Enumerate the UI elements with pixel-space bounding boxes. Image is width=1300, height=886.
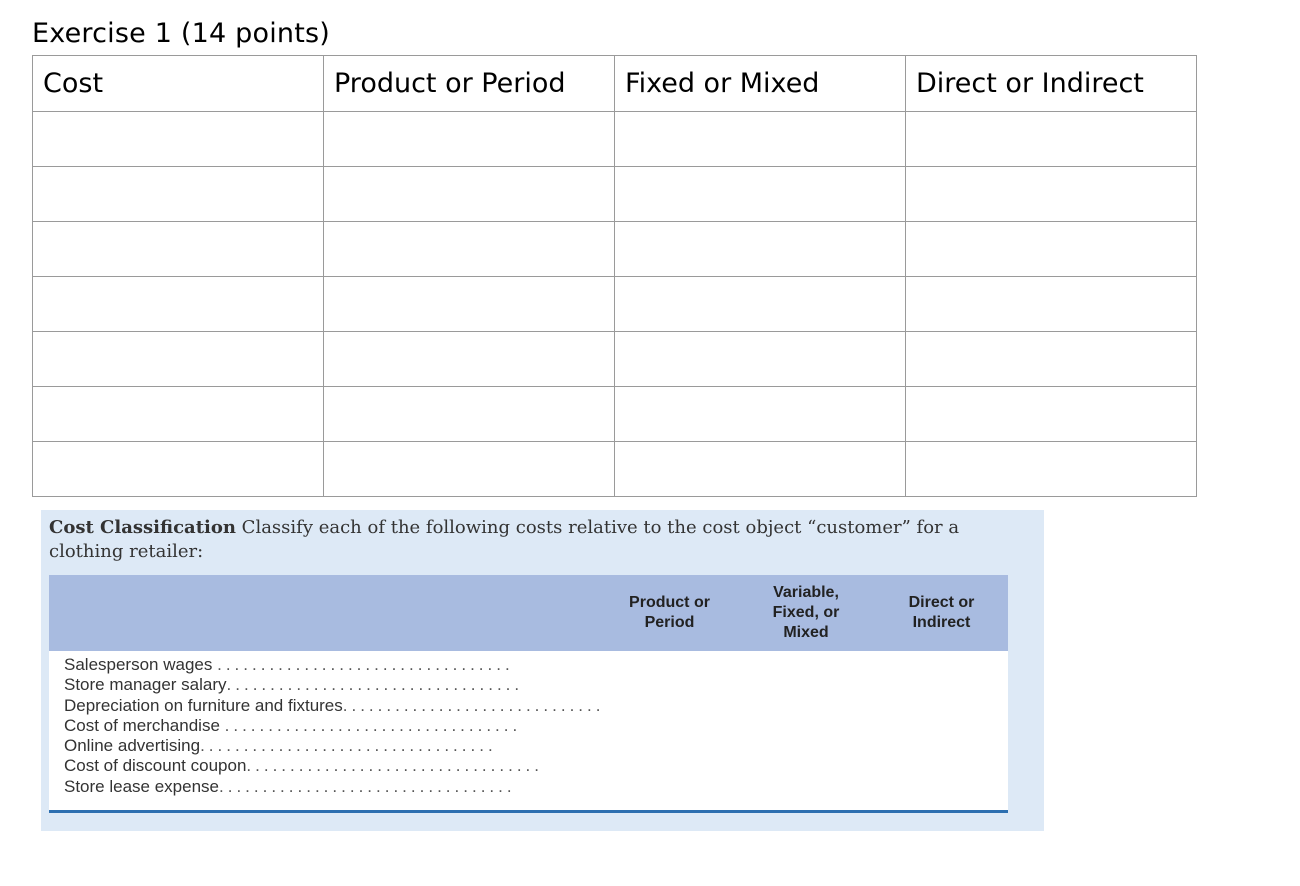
table-row <box>32 386 1197 442</box>
table-cell[interactable] <box>614 221 906 277</box>
leader-dots: .................................. <box>217 655 514 674</box>
leader-dots: .................................. <box>246 756 543 776</box>
list-item: Depreciation on furniture and fixtures..… <box>64 696 604 716</box>
header-fixed-or-mixed: Fixed or Mixed <box>614 55 906 112</box>
table-cell[interactable] <box>32 221 324 277</box>
table-row <box>32 111 1197 167</box>
classification-table-header: Product or Period Variable, Fixed, or Mi… <box>49 575 1008 651</box>
answer-table-header-row: Cost Product or Period Fixed or Mixed Di… <box>32 55 1197 112</box>
table-cell[interactable] <box>905 111 1197 167</box>
table-cell[interactable] <box>614 331 906 387</box>
problem-prompt: Cost Classification Classify each of the… <box>49 516 1024 564</box>
problem-heading: Cost Classification <box>49 517 236 538</box>
classification-table: Product or Period Variable, Fixed, or Mi… <box>49 575 1008 813</box>
table-cell[interactable] <box>614 276 906 332</box>
list-item: Cost of discount coupon.................… <box>64 756 604 776</box>
list-item: Store manager salary....................… <box>64 675 604 695</box>
table-cell[interactable] <box>32 111 324 167</box>
table-cell[interactable] <box>905 331 1197 387</box>
table-cell[interactable] <box>323 166 615 222</box>
table-cell[interactable] <box>905 386 1197 442</box>
leader-dots: .................................. <box>226 675 524 695</box>
list-item: Online advertising......................… <box>64 736 604 756</box>
exercise-title: Exercise 1 (14 points) <box>32 18 331 49</box>
cost-item-label: Store manager salary <box>64 675 227 695</box>
table-cell[interactable] <box>323 221 615 277</box>
leader-dots: .................................. <box>219 776 516 796</box>
header-cost: Cost <box>32 55 324 112</box>
table-cell[interactable] <box>905 166 1197 222</box>
table-cell[interactable] <box>323 111 615 167</box>
leader-dots: .................................. <box>200 736 497 756</box>
cost-item-label: Depreciation on furniture and fixtures <box>64 695 343 715</box>
table-row <box>32 441 1197 497</box>
table-cell[interactable] <box>323 331 615 387</box>
table-cell[interactable] <box>905 221 1197 277</box>
answer-table: Cost Product or Period Fixed or Mixed Di… <box>32 55 1197 497</box>
table-cell[interactable] <box>905 441 1197 497</box>
table-cell[interactable] <box>32 276 324 332</box>
header-product-or-period: Product or Period <box>323 55 615 112</box>
cost-item-label: Online advertising <box>64 736 201 756</box>
table-cell[interactable] <box>32 331 324 387</box>
cost-item-list: Salesperson wages ......................… <box>64 655 604 797</box>
cost-item-label: Salesperson wages <box>64 655 213 674</box>
list-item: Cost of merchandise ....................… <box>64 716 604 736</box>
table-cell[interactable] <box>32 386 324 442</box>
list-item: Store lease expense.....................… <box>64 777 604 797</box>
table-cell[interactable] <box>323 276 615 332</box>
table-cell[interactable] <box>32 166 324 222</box>
table-row <box>32 276 1197 332</box>
leader-dots: .................................. <box>342 695 604 715</box>
header-direct-or-indirect: Direct or Indirect <box>905 55 1197 112</box>
table-cell[interactable] <box>614 386 906 442</box>
table-cell[interactable] <box>323 441 615 497</box>
table-cell[interactable] <box>32 441 324 497</box>
list-item: Salesperson wages ......................… <box>64 655 604 675</box>
leader-dots: .................................. <box>224 715 522 735</box>
cost-item-label: Store lease expense <box>64 776 219 796</box>
table-row <box>32 166 1197 222</box>
table-cell[interactable] <box>905 276 1197 332</box>
cost-item-label: Cost of discount coupon <box>64 756 247 776</box>
problem-excerpt: Cost Classification Classify each of the… <box>41 510 1044 831</box>
column-direct-or-indirect: Direct or Indirect <box>908 594 975 631</box>
table-cell[interactable] <box>323 386 615 442</box>
column-variable-fixed-mixed: Variable, Fixed, or Mixed <box>772 584 840 641</box>
table-row <box>32 221 1197 277</box>
table-cell[interactable] <box>614 441 906 497</box>
table-cell[interactable] <box>614 166 906 222</box>
cost-item-label: Cost of merchandise <box>64 715 220 735</box>
table-row <box>32 331 1197 387</box>
column-product-or-period: Product or Period <box>629 594 710 631</box>
table-cell[interactable] <box>614 111 906 167</box>
